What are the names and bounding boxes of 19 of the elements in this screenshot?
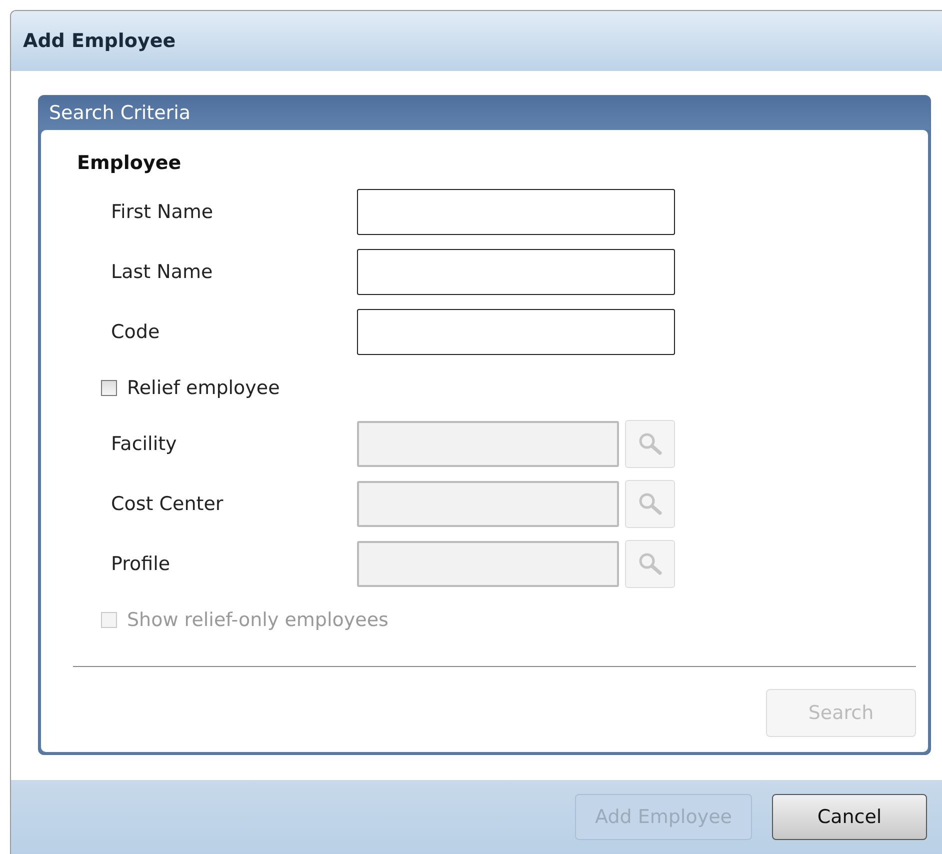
input-field[interactable] (357, 309, 675, 355)
panel-title: Search Criteria (49, 102, 191, 124)
field-label: Facility (110, 433, 178, 455)
field-label: Last Name (110, 261, 214, 283)
section-title: Employee (77, 152, 182, 176)
checkbox-label: Show relief-only employees (127, 609, 388, 631)
field-label: First Name (110, 201, 214, 223)
field-label: Code (110, 321, 161, 343)
search-icon (637, 431, 663, 457)
search-icon (637, 491, 663, 517)
field-label: Profile (110, 553, 172, 575)
dialog-button[interactable]: Cancel (772, 794, 927, 840)
checkbox-label: Relief employee (127, 377, 280, 399)
checkbox[interactable] (101, 380, 117, 396)
field-label: Cost Center (110, 493, 224, 515)
input-field[interactable] (357, 189, 675, 235)
window-title: Add Employee (23, 30, 176, 52)
search-icon (637, 551, 663, 577)
input-field[interactable] (357, 249, 675, 295)
